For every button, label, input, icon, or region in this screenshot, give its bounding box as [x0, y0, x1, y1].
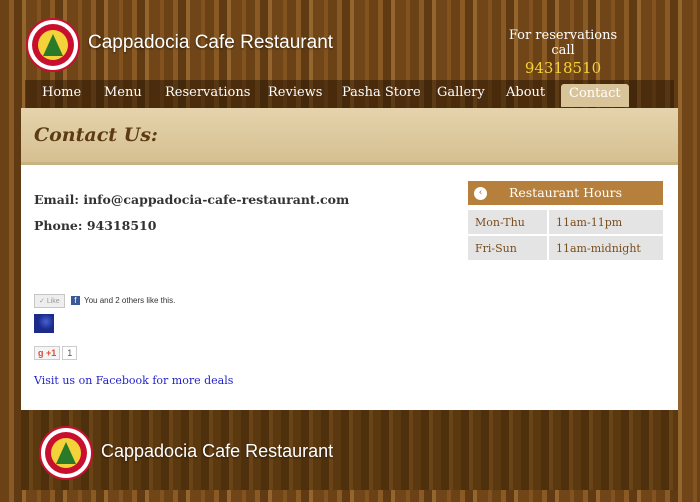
gplus-count: 1: [62, 346, 78, 360]
site-header: Cappadocia Cafe Restaurant For reservati…: [0, 0, 700, 80]
site-footer: Cappadocia Cafe Restaurant: [21, 410, 678, 490]
hours-row: Fri-Sun 11am-midnight: [468, 236, 663, 260]
reservation-info: For reservations call 94318510: [498, 28, 628, 77]
gplus-label: +1: [46, 348, 57, 358]
collapse-icon[interactable]: ‹: [474, 187, 487, 200]
facebook-like-button[interactable]: ✓ Like: [34, 294, 65, 308]
nav-gallery[interactable]: Gallery: [437, 85, 485, 100]
hours-day: Fri-Sun: [468, 236, 549, 260]
hours-time: 11am-midnight: [549, 236, 663, 260]
content-panel: Contact Us: Email: info@cappadocia-cafe-…: [21, 108, 678, 410]
facebook-deals-link[interactable]: Visit us on Facebook for more deals: [34, 374, 233, 387]
google-plus-widget: g +1 1: [34, 346, 78, 360]
footer-logo[interactable]: [39, 426, 93, 480]
nav-home[interactable]: Home: [42, 85, 81, 100]
nav-contact[interactable]: Contact: [561, 84, 629, 107]
footer-brand-name: Cappadocia Cafe Restaurant: [101, 441, 334, 461]
reservation-label: For reservations call: [508, 28, 618, 58]
hours-header[interactable]: ‹ Restaurant Hours: [468, 181, 663, 205]
nav-about[interactable]: About: [506, 85, 545, 100]
main-nav: Home Menu Reservations Reviews Pasha Sto…: [25, 80, 674, 108]
nav-pasha-store[interactable]: Pasha Store: [342, 85, 421, 100]
friend-avatar[interactable]: [34, 314, 54, 333]
hours-table: Mon-Thu 11am-11pm Fri-Sun 11am-midnight: [468, 208, 663, 262]
hours-row: Mon-Thu 11am-11pm: [468, 210, 663, 234]
nav-reviews[interactable]: Reviews: [268, 85, 322, 100]
hours-title: Restaurant Hours: [508, 185, 623, 200]
google-plus-button[interactable]: g +1: [34, 346, 61, 360]
brand-name[interactable]: Cappadocia Cafe Restaurant: [88, 32, 333, 54]
nav-menu[interactable]: Menu: [104, 85, 142, 100]
contact-phone: Phone: 94318510: [34, 218, 157, 233]
hours-day: Mon-Thu: [468, 210, 549, 234]
hours-time: 11am-11pm: [549, 210, 663, 234]
like-label: Like: [46, 298, 60, 305]
restaurant-logo[interactable]: [26, 18, 80, 72]
facebook-icon: f: [70, 296, 80, 305]
reservation-phone: 94318510: [524, 59, 602, 77]
page-header: Contact Us:: [21, 108, 678, 165]
contact-email: Email: info@cappadocia-cafe-restaurant.c…: [34, 192, 350, 207]
page-title: Contact Us:: [34, 124, 158, 146]
restaurant-hours-widget: ‹ Restaurant Hours Mon-Thu 11am-11pm Fri…: [468, 181, 663, 262]
facebook-like-widget: ✓ Like f You and 2 others like this.: [34, 294, 175, 308]
like-count-text: You and 2 others like this.: [83, 296, 176, 305]
nav-reservations[interactable]: Reservations: [165, 85, 250, 100]
